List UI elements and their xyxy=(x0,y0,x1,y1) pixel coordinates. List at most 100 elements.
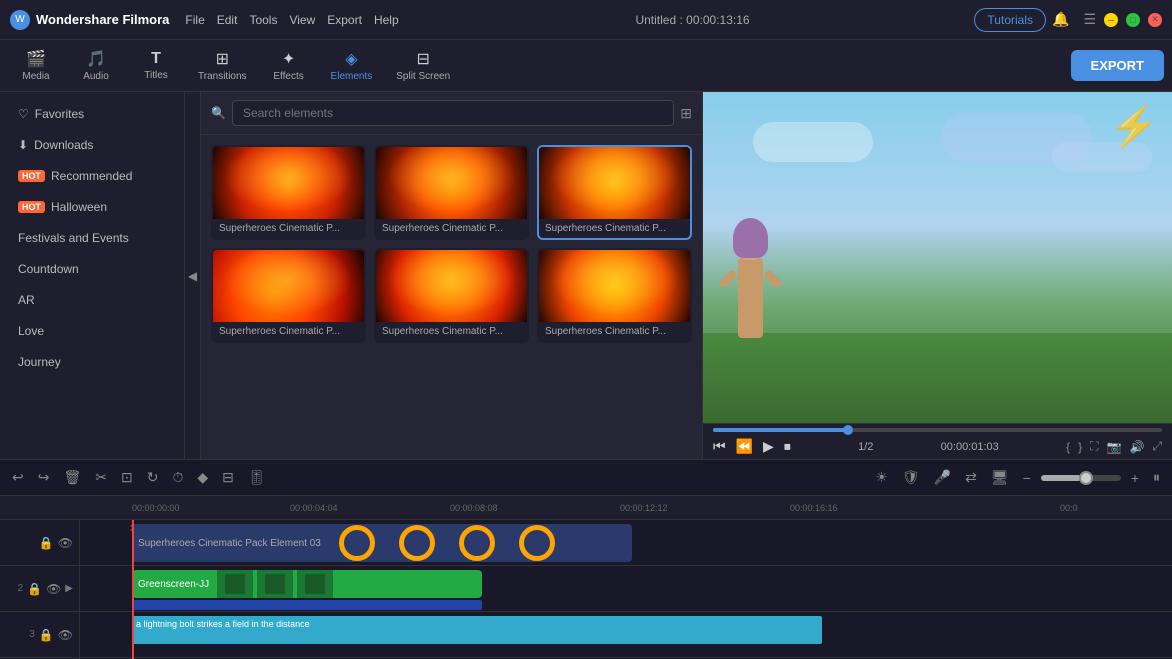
video-track[interactable]: Greenscreen-JJ xyxy=(132,570,482,598)
tutorials-button[interactable]: Tutorials xyxy=(974,8,1046,32)
timecode: 00:00:01:03 xyxy=(941,441,999,453)
pause-icon[interactable]: ⏸ xyxy=(1149,467,1164,488)
step-back-button[interactable]: ⏪ xyxy=(736,438,753,455)
preview-panel: ⚡ ⏮ xyxy=(702,92,1172,459)
track-1-eye-icon[interactable]: 👁 xyxy=(58,536,73,550)
track-2-num: 2 xyxy=(18,583,24,594)
tool-elements-label: Elements xyxy=(331,71,373,82)
sidebar-item-downloads[interactable]: ⬇ Downloads xyxy=(4,130,180,160)
play-button[interactable]: ▶ xyxy=(763,438,774,455)
color-button[interactable]: ◆ xyxy=(193,467,212,488)
adjust-button[interactable]: ⊟ xyxy=(218,467,238,488)
search-input[interactable] xyxy=(232,100,674,126)
tool-transitions[interactable]: ⊞ Transitions xyxy=(188,45,257,86)
grid-view-icon[interactable]: ⊞ xyxy=(680,105,692,122)
tool-split-screen[interactable]: ⊟ Split Screen xyxy=(386,45,460,86)
window-controls: 🔔 ☰ ─ □ ✕ xyxy=(1046,11,1162,28)
sidebar-item-recommended[interactable]: HOT Recommended xyxy=(4,161,180,191)
ground xyxy=(703,333,1172,423)
redo-button[interactable]: ↪ xyxy=(34,467,54,488)
volume-icon[interactable]: 🔊 xyxy=(1129,440,1144,454)
video-track-label: Greenscreen-JJ xyxy=(132,579,215,590)
video-thumb-2 xyxy=(257,570,293,598)
track-3-eye-icon[interactable]: 👁 xyxy=(58,628,73,642)
rotate-button[interactable]: ↻ xyxy=(143,467,163,488)
tool-audio[interactable]: 🎵 Audio xyxy=(68,45,124,86)
track-3-lock-icon[interactable]: 🔒 xyxy=(39,628,54,642)
zoom-slider[interactable] xyxy=(1041,475,1121,481)
minimize-button[interactable]: ─ xyxy=(1104,13,1118,27)
snapshot-icon[interactable]: 📷 xyxy=(1106,440,1121,454)
delete-button[interactable]: 🗑 xyxy=(59,467,85,488)
bracket-end-icon[interactable]: } xyxy=(1078,440,1082,454)
sidebar-item-halloween[interactable]: HOT Halloween xyxy=(4,192,180,222)
menu-edit[interactable]: Edit xyxy=(217,13,238,27)
timer-button[interactable]: ⏱ xyxy=(168,467,187,488)
zoom-in-icon[interactable]: + xyxy=(1127,468,1143,488)
skip-back-button[interactable]: ⏮ xyxy=(713,438,726,455)
element-card-5[interactable]: Superheroes Cinematic P... xyxy=(374,248,529,343)
undo-button[interactable]: ↩ xyxy=(8,467,28,488)
transitions-icon: ⊞ xyxy=(216,49,229,69)
export-button[interactable]: EXPORT xyxy=(1071,50,1164,81)
fullscreen-icon[interactable]: ⛶ xyxy=(1090,439,1098,454)
sidebar-item-journey[interactable]: Journey xyxy=(4,347,180,377)
tool-titles-label: Titles xyxy=(144,70,168,81)
sidebar-recommended-label: Recommended xyxy=(51,169,132,183)
playhead[interactable] xyxy=(132,520,134,659)
sidebar-item-love[interactable]: Love xyxy=(4,316,180,346)
element-card-3[interactable]: Superheroes Cinematic P... xyxy=(537,145,692,240)
zoom-out-icon[interactable]: − xyxy=(1019,468,1035,488)
shield-button[interactable]: 🛡 xyxy=(898,467,924,488)
menu-icon[interactable]: ☰ xyxy=(1083,11,1096,28)
element-card-4[interactable]: Superheroes Cinematic P... xyxy=(211,248,366,343)
sidebar-item-favorites[interactable]: ♡ Favorites xyxy=(4,99,180,129)
element-card-2[interactable]: Superheroes Cinematic P... xyxy=(374,145,529,240)
transition-button[interactable]: ⇄ xyxy=(961,467,981,488)
mic-button[interactable]: 🎤 xyxy=(930,467,955,488)
notifications-icon[interactable]: 🔔 xyxy=(1052,11,1069,28)
track-1-lock-icon[interactable]: 🔒 xyxy=(39,536,54,550)
tool-elements[interactable]: ◈ Elements xyxy=(321,45,383,86)
menu-view[interactable]: View xyxy=(289,13,315,27)
tool-effects[interactable]: ✦ Effects xyxy=(261,45,317,86)
sidebar-item-ar[interactable]: AR xyxy=(4,285,180,315)
sidebar-item-festivals[interactable]: Festivals and Events xyxy=(4,223,180,253)
progress-bar[interactable] xyxy=(713,428,1162,432)
audio-adjust-button[interactable]: 🎚 xyxy=(244,467,270,488)
maximize-button[interactable]: □ xyxy=(1126,13,1140,27)
caption-track[interactable]: a lightning bolt strikes a field in the … xyxy=(132,616,822,644)
menu-tools[interactable]: Tools xyxy=(249,13,277,27)
sidebar-collapse-button[interactable]: ◀ xyxy=(185,92,201,459)
crop-button[interactable]: ⊡ xyxy=(117,467,137,488)
menu-export[interactable]: Export xyxy=(327,13,362,27)
element-card-1[interactable]: Superheroes Cinematic P... xyxy=(211,145,366,240)
element-track[interactable]: Superheroes Cinematic Pack Element 03 xyxy=(132,524,632,562)
menu-file[interactable]: File xyxy=(185,13,204,27)
ruler-mark-2: 00:00:08:08 xyxy=(450,503,498,513)
track-2-lock-icon[interactable]: 🔒 xyxy=(27,582,42,596)
sidebar-item-countdown[interactable]: Countdown xyxy=(4,254,180,284)
project-title: Untitled : 00:00:13:16 xyxy=(411,13,975,27)
sidebar-countdown-label: Countdown xyxy=(18,262,79,276)
tool-media[interactable]: 🎬 Media xyxy=(8,45,64,86)
sun-button[interactable]: ☀ xyxy=(871,467,892,488)
search-icon: 🔍 xyxy=(211,106,226,120)
bracket-start-icon[interactable]: { xyxy=(1066,440,1070,454)
sidebar-ar-label: AR xyxy=(18,293,35,307)
element-label-3: Superheroes Cinematic P... xyxy=(539,219,690,238)
resize-icon[interactable]: ⤢ xyxy=(1152,439,1162,454)
screen-button[interactable]: 🖥 xyxy=(987,467,1013,488)
tool-titles[interactable]: T Titles xyxy=(128,46,184,85)
video-thumb-3 xyxy=(297,570,333,598)
scissors-button[interactable]: ✂ xyxy=(91,467,111,488)
sidebar-favorites-label: Favorites xyxy=(35,107,84,121)
close-button[interactable]: ✕ xyxy=(1148,13,1162,27)
position-indicator: 1/2 xyxy=(858,441,873,453)
element-card-6[interactable]: Superheroes Cinematic P... xyxy=(537,248,692,343)
titles-icon: T xyxy=(151,50,161,68)
menu-help[interactable]: Help xyxy=(374,13,399,27)
preview-video: ⚡ xyxy=(703,92,1172,423)
stop-button[interactable]: ⏹ xyxy=(784,438,791,455)
track-2-eye-icon[interactable]: 👁 xyxy=(46,582,61,596)
